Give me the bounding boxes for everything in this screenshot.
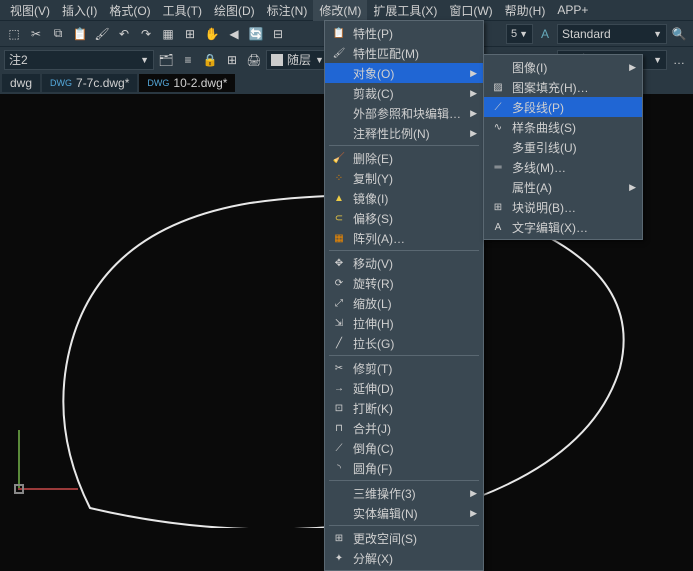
mi-explode[interactable]: ✦分解(X): [325, 548, 483, 568]
mi-move[interactable]: ✥移动(V): [325, 253, 483, 273]
style-combo[interactable]: Standard▼: [557, 24, 667, 44]
mi-break[interactable]: ⊡打断(K): [325, 398, 483, 418]
layer-icon[interactable]: 🗂: [156, 50, 176, 70]
undo-icon[interactable]: ↶: [114, 24, 134, 44]
mi-clip[interactable]: 剪裁(C)▶: [325, 83, 483, 103]
menu-format[interactable]: 格式(O): [103, 0, 156, 21]
grid-icon[interactable]: ▦: [158, 24, 178, 44]
mi-extend[interactable]: →延伸(D): [325, 378, 483, 398]
mi-spline[interactable]: ∿样条曲线(S): [484, 117, 642, 137]
mi-object[interactable]: 对象(O)▶: [325, 63, 483, 83]
menu-draw[interactable]: 绘图(D): [208, 0, 261, 21]
mi-lengthen[interactable]: ╱拉长(G): [325, 333, 483, 353]
menu-ext[interactable]: 扩展工具(X): [367, 0, 443, 21]
menu-modify[interactable]: 修改(M): [313, 0, 367, 21]
object-submenu: 图像(I)▶ ▨图案填充(H)… ⟋多段线(P) ∿样条曲线(S) 多重引线(U…: [483, 54, 643, 240]
ucs-origin: [14, 484, 24, 494]
menu-insert[interactable]: 插入(I): [56, 0, 103, 21]
menu-help[interactable]: 帮助(H): [499, 0, 552, 21]
mi-fillet[interactable]: ◝圆角(F): [325, 458, 483, 478]
mi-array[interactable]: ▦阵列(A)…: [325, 228, 483, 248]
mi-copy[interactable]: ⁘复制(Y): [325, 168, 483, 188]
mi-image[interactable]: 图像(I)▶: [484, 57, 642, 77]
mi-xref[interactable]: 外部参照和块编辑…▶: [325, 103, 483, 123]
mi-scale[interactable]: ⤢缩放(L): [325, 293, 483, 313]
menubar: 视图(V) 插入(I) 格式(O) 工具(T) 绘图(D) 标注(N) 修改(M…: [0, 0, 693, 20]
mi-hatch[interactable]: ▨图案填充(H)…: [484, 77, 642, 97]
annotation-combo[interactable]: 注2▼: [4, 50, 154, 70]
redo-icon[interactable]: ↷: [136, 24, 156, 44]
mi-solidedit[interactable]: 实体编辑(N)▶: [325, 503, 483, 523]
mi-chamfer[interactable]: ⟋倒角(C): [325, 438, 483, 458]
search-icon[interactable]: 🔍: [669, 24, 689, 44]
lock-icon[interactable]: 🔒: [200, 50, 220, 70]
combo-1[interactable]: 5▼: [506, 24, 533, 44]
paste-icon[interactable]: 📋: [70, 24, 90, 44]
menu-dim[interactable]: 标注(N): [261, 0, 314, 21]
text-icon[interactable]: A: [535, 24, 555, 44]
pan-icon[interactable]: ✋: [202, 24, 222, 44]
ucs-x-axis: [18, 488, 78, 490]
ucs-y-axis: [18, 430, 20, 490]
rot-icon[interactable]: 🔄: [246, 24, 266, 44]
mi-join[interactable]: ⊓合并(J): [325, 418, 483, 438]
ortho-icon[interactable]: ⊞: [180, 24, 200, 44]
menu-tools[interactable]: 工具(T): [157, 0, 208, 21]
mi-mirror[interactable]: ▲镜像(I): [325, 188, 483, 208]
line-icon[interactable]: ≡: [178, 50, 198, 70]
prev-icon[interactable]: ◀: [224, 24, 244, 44]
mi-annoscale[interactable]: 注释性比例(N)▶: [325, 123, 483, 143]
mi-trim[interactable]: ✂修剪(T): [325, 358, 483, 378]
mi-polyline[interactable]: ⟋多段线(P): [484, 97, 642, 117]
mi-3d[interactable]: 三维操作(3)▶: [325, 483, 483, 503]
mi-mline[interactable]: ═多线(M)…: [484, 157, 642, 177]
xref-icon[interactable]: ⊞: [222, 50, 242, 70]
mi-textedit[interactable]: A文字编辑(X)…: [484, 217, 642, 237]
mi-stretch[interactable]: ⇲拉伸(H): [325, 313, 483, 333]
tool-icon[interactable]: ⬚: [4, 24, 24, 44]
cut-icon[interactable]: ✂: [26, 24, 46, 44]
layer-combo-1[interactable]: 随层▼: [266, 50, 329, 70]
mi-delete[interactable]: 🧹删除(E): [325, 148, 483, 168]
print-icon[interactable]: 🖨: [244, 50, 264, 70]
mi-changespace[interactable]: ⊞更改空间(S): [325, 528, 483, 548]
mi-rotate[interactable]: ⟳旋转(R): [325, 273, 483, 293]
mi-propmatch[interactable]: 🖌特性匹配(M): [325, 43, 483, 63]
copy-icon[interactable]: ⧉: [48, 24, 68, 44]
mi-attribute[interactable]: 属性(A)▶: [484, 177, 642, 197]
menu-view[interactable]: 视图(V): [4, 0, 56, 21]
menu-app[interactable]: APP+: [551, 1, 594, 19]
match-icon[interactable]: 🖌: [92, 24, 112, 44]
mi-offset[interactable]: ⊂偏移(S): [325, 208, 483, 228]
more-icon[interactable]: …: [669, 50, 689, 70]
mi-properties[interactable]: 📋特性(P): [325, 23, 483, 43]
menu-window[interactable]: 窗口(W): [443, 0, 498, 21]
dim-icon[interactable]: ⊟: [268, 24, 288, 44]
modify-menu: 📋特性(P) 🖌特性匹配(M) 对象(O)▶ 剪裁(C)▶ 外部参照和块编辑…▶…: [324, 20, 484, 571]
mi-blockdesc[interactable]: ⊞块说明(B)…: [484, 197, 642, 217]
mi-mleader[interactable]: 多重引线(U): [484, 137, 642, 157]
